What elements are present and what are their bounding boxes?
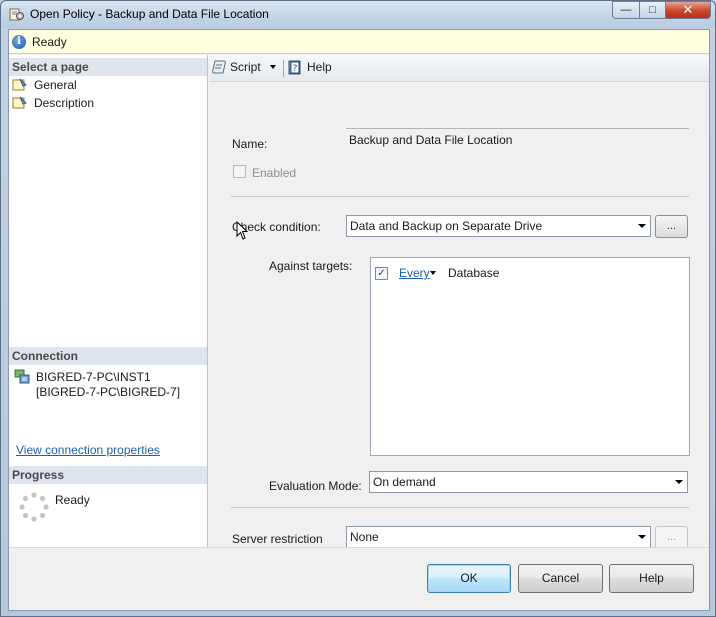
status-bar: i Ready [9, 30, 709, 54]
page-item-description[interactable]: Description [12, 96, 94, 110]
enabled-checkbox[interactable] [233, 165, 246, 178]
cancel-button[interactable]: Cancel [518, 564, 603, 593]
minimize-button[interactable]: — [612, 1, 639, 19]
server-restriction-select[interactable]: None [346, 526, 651, 548]
chevron-down-icon[interactable] [269, 64, 276, 69]
chevron-down-icon [638, 224, 646, 228]
check-condition-select[interactable]: Data and Backup on Separate Drive [346, 215, 651, 237]
target-object: Database [448, 266, 500, 280]
mouse-cursor-icon [236, 221, 249, 240]
connection-header: Connection [9, 347, 207, 365]
maximize-icon: □ [649, 4, 656, 16]
window-title: Open Policy - Backup and Data File Locat… [30, 7, 269, 21]
dialog-window: Open Policy - Backup and Data File Locat… [0, 0, 716, 617]
ellipsis-label: ... [666, 220, 677, 232]
toolbar-separator [283, 60, 284, 77]
connection-user: [BIGRED-7-PC\BIGRED-7] [36, 385, 181, 399]
chevron-down-icon [638, 535, 646, 539]
dialog-client-area: i Ready Select a page General Descriptio… [8, 29, 710, 611]
server-restriction-browse-button[interactable]: ... [655, 526, 688, 549]
info-icon: i [12, 34, 26, 49]
close-button[interactable]: ✕ [665, 1, 711, 19]
title-bar[interactable]: Open Policy - Backup and Data File Locat… [1, 1, 715, 28]
server-restriction-value: None [350, 530, 379, 544]
close-icon: ✕ [682, 2, 694, 17]
script-button[interactable]: Script [212, 59, 282, 75]
help-toolbar-label: Help [307, 60, 332, 74]
progress-status: Ready [55, 493, 90, 507]
help-icon: ? [288, 60, 301, 75]
name-label: Name: [232, 137, 268, 151]
toolbar: Script ? Help [209, 55, 709, 82]
chevron-down-icon [675, 480, 683, 484]
page-item-label: Description [34, 96, 95, 110]
dialog-footer: OK Cancel Help [9, 547, 709, 610]
page-item-general[interactable]: General [12, 78, 77, 92]
enabled-label: Enabled [252, 166, 297, 180]
minimize-icon: — [620, 4, 632, 16]
script-label: Script [230, 60, 261, 74]
ellipsis-label: ... [666, 531, 677, 543]
help-toolbar-button[interactable]: ? Help [287, 59, 332, 75]
name-value: Backup and Data File Location [349, 133, 513, 147]
select-page-header: Select a page [9, 58, 207, 76]
view-connection-properties-link[interactable]: View connection properties [16, 443, 160, 457]
check-condition-browse-button[interactable]: ... [655, 215, 688, 238]
ok-button[interactable]: OK [427, 564, 511, 593]
server-restriction-label: Server restriction [232, 532, 323, 546]
evaluation-mode-select[interactable]: On demand [369, 471, 688, 493]
help-button[interactable]: Help [609, 564, 694, 593]
policy-icon [9, 8, 24, 21]
page-item-label: General [34, 78, 77, 92]
maximize-button[interactable]: □ [639, 1, 665, 19]
evaluation-mode-label: Evaluation Mode: [269, 479, 362, 493]
page-icon [12, 96, 27, 109]
script-icon [212, 60, 226, 74]
svg-text:?: ? [293, 64, 298, 74]
page-icon [12, 78, 27, 91]
target-checkbox[interactable]: ✓ [375, 267, 388, 280]
targets-list: ✓ Every Database [370, 257, 690, 456]
name-field[interactable]: Backup and Data File Location [346, 128, 689, 155]
evaluation-mode-value: On demand [373, 475, 436, 489]
chevron-down-icon[interactable] [430, 271, 436, 275]
against-targets-label: Against targets: [269, 259, 353, 273]
divider [231, 507, 689, 508]
right-pane: Script ? Help Name: Backup and Data File… [209, 55, 709, 549]
check-condition-value: Data and Backup on Separate Drive [350, 219, 543, 233]
connection-server: BIGRED-7-PC\INST1 [36, 370, 151, 384]
status-text: Ready [32, 34, 67, 49]
divider [231, 196, 689, 197]
server-connection-icon [14, 369, 30, 384]
progress-spinner-icon [19, 492, 49, 522]
left-pane: Select a page General Description Connec… [9, 55, 208, 547]
progress-header: Progress [9, 466, 207, 484]
target-qualifier-link[interactable]: Every [399, 266, 430, 280]
